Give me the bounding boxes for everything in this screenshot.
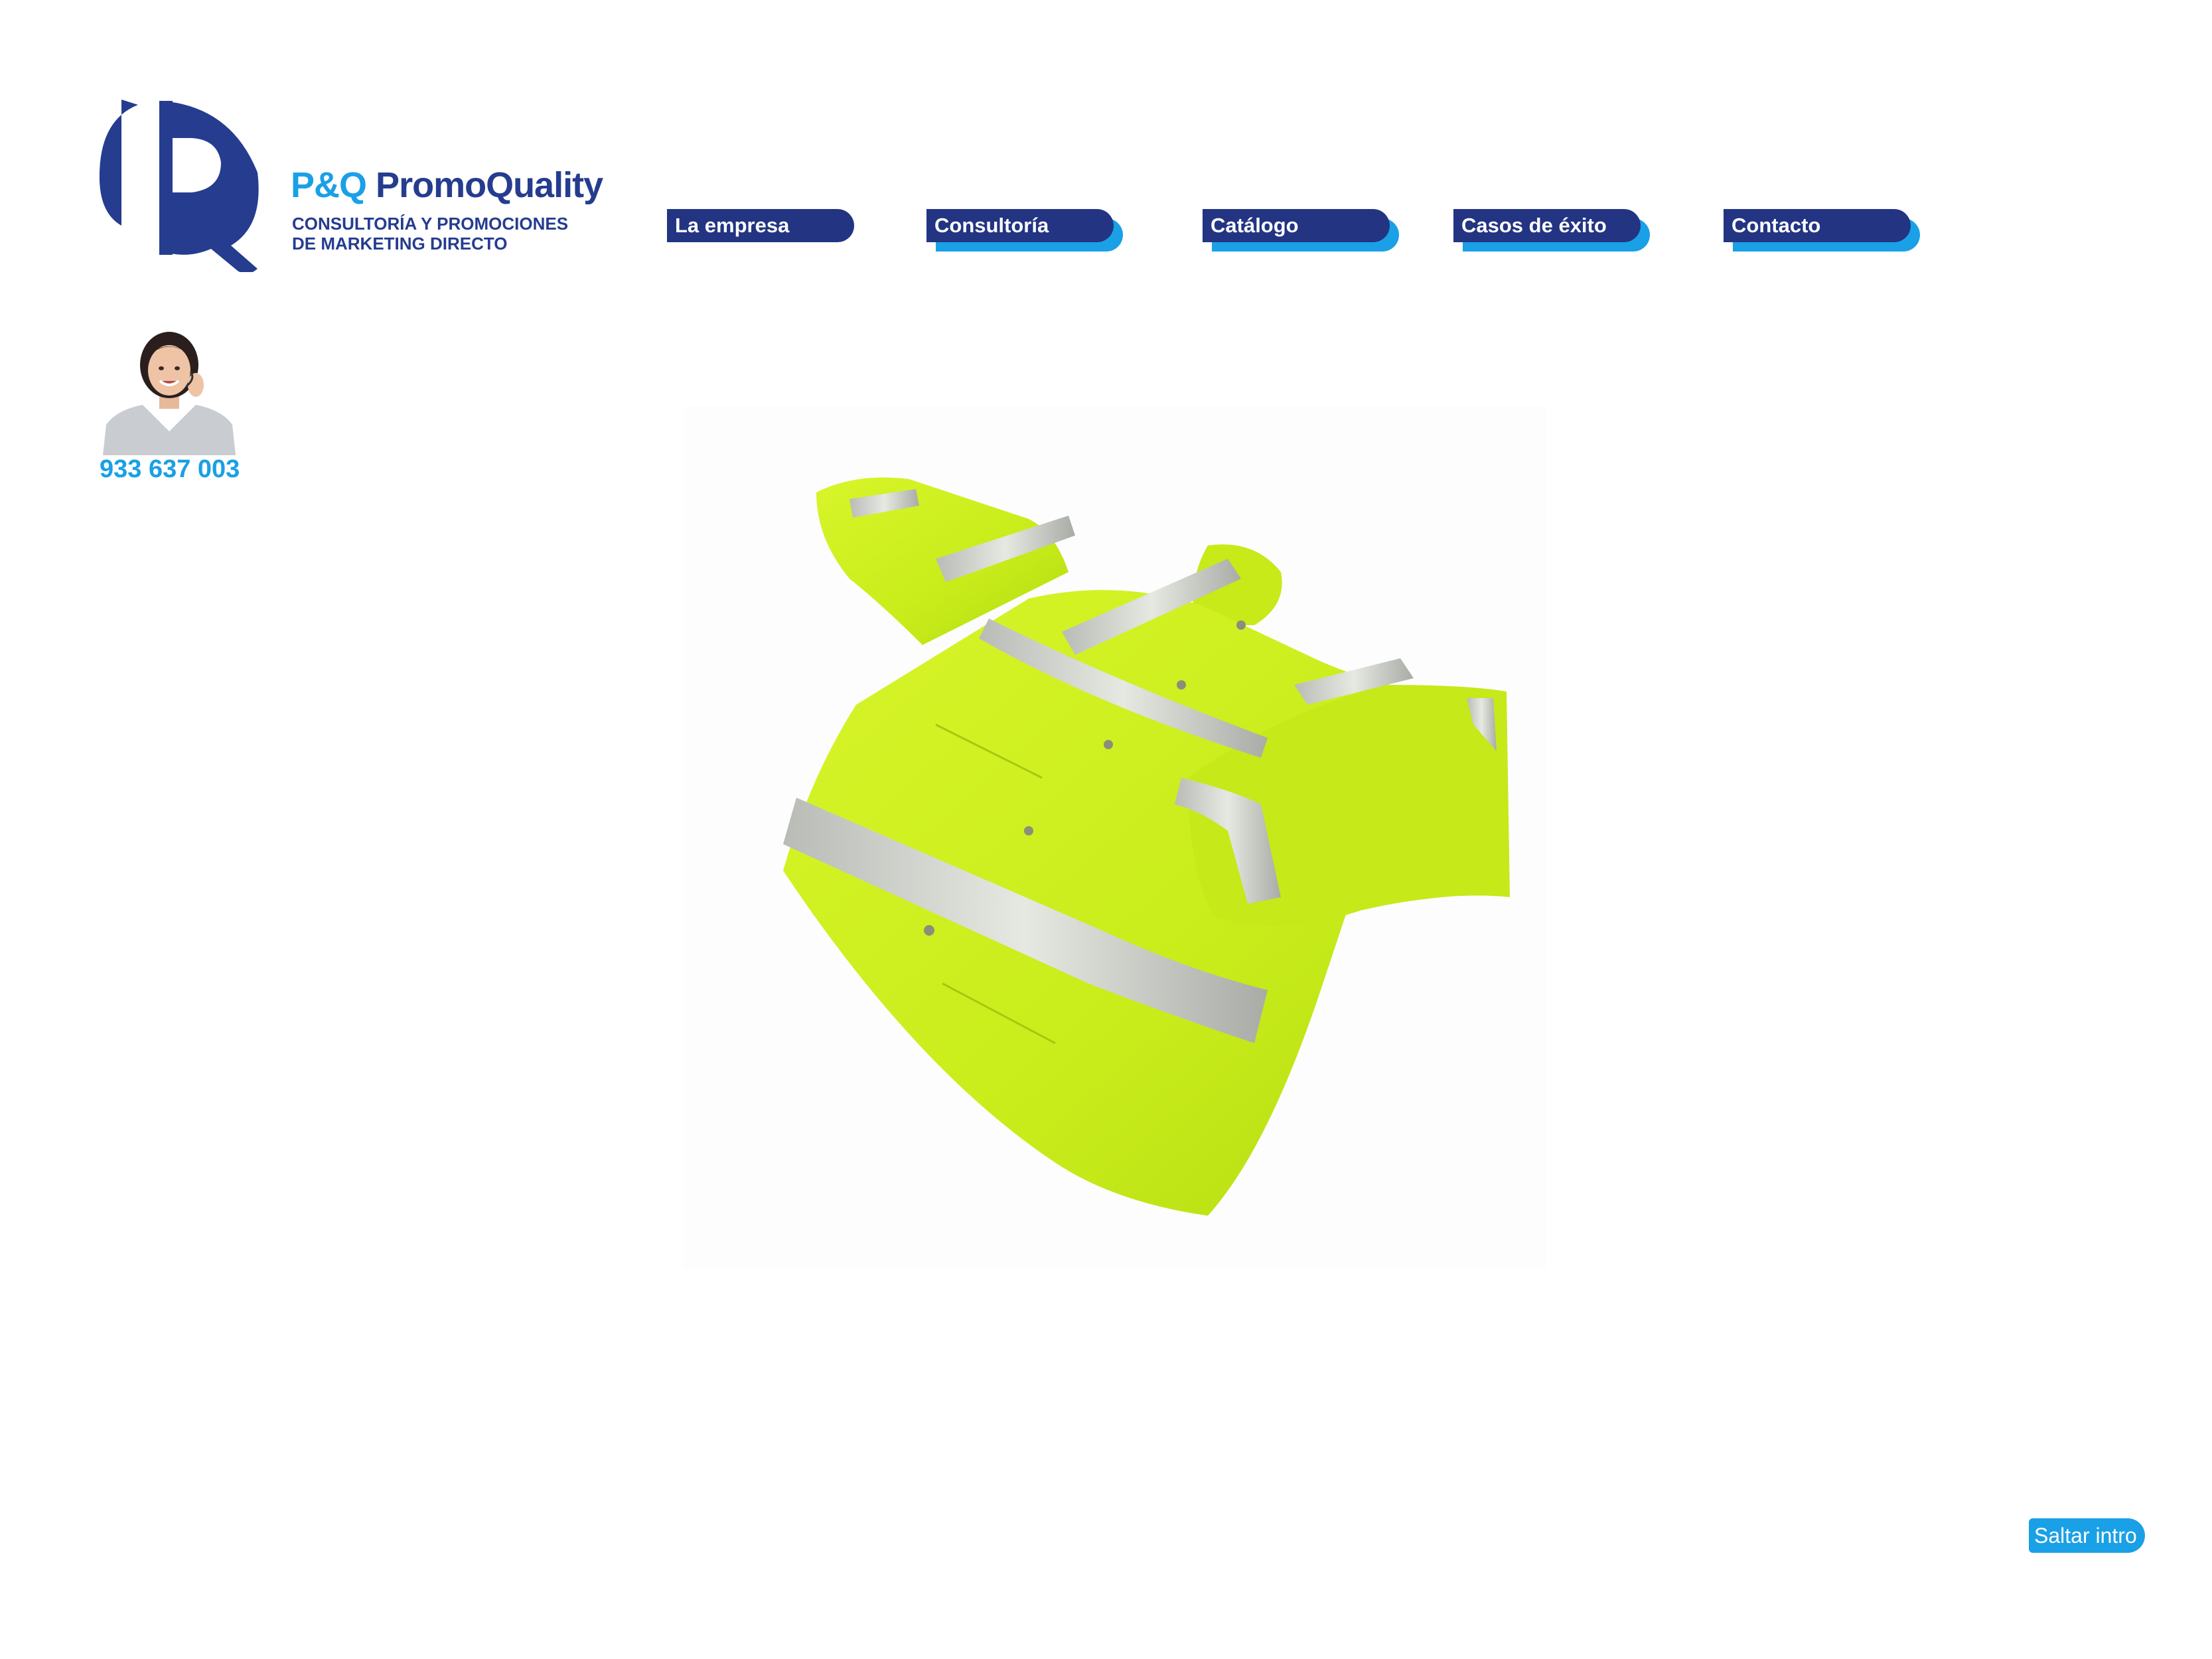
nav-consultoria[interactable]: Consultoría xyxy=(926,209,1126,255)
nav-catalogo[interactable]: Catálogo xyxy=(1203,209,1402,255)
phone-number[interactable]: 933 637 003 xyxy=(100,455,240,484)
product-image xyxy=(684,406,1546,1269)
nav-label: Contacto xyxy=(1732,214,1821,237)
skip-intro-button[interactable]: Saltar intro xyxy=(2029,1518,2145,1553)
nav-contacto[interactable]: Contacto xyxy=(1724,209,1923,255)
customer-service-operator-icon xyxy=(103,332,236,455)
brand-logo-icon[interactable] xyxy=(98,100,264,274)
brand-tagline: CONSULTORÍA Y PROMOCIONES DE MARKETING D… xyxy=(292,214,568,253)
nav-label: Consultoría xyxy=(934,214,1049,237)
nav-label: La empresa xyxy=(675,214,790,237)
nav-label: Casos de éxito xyxy=(1461,214,1607,237)
brand-tagline-line2: DE MARKETING DIRECTO xyxy=(292,234,508,253)
brand-tagline-line1: CONSULTORÍA Y PROMOCIONES xyxy=(292,214,569,234)
safety-jacket-icon xyxy=(783,477,1510,1216)
brand-name-promoquality: PromoQuality xyxy=(376,165,603,205)
nav-label: Catálogo xyxy=(1211,214,1299,237)
nav-casos-de-exito[interactable]: Casos de éxito xyxy=(1453,209,1653,255)
brand-name: P&Q PromoQuality xyxy=(291,167,603,203)
brand-name-pq: P&Q xyxy=(291,165,367,205)
nav-la-empresa[interactable]: La empresa xyxy=(667,209,866,255)
page: P&Q PromoQuality CONSULTORÍA Y PROMOCION… xyxy=(0,0,2212,1659)
